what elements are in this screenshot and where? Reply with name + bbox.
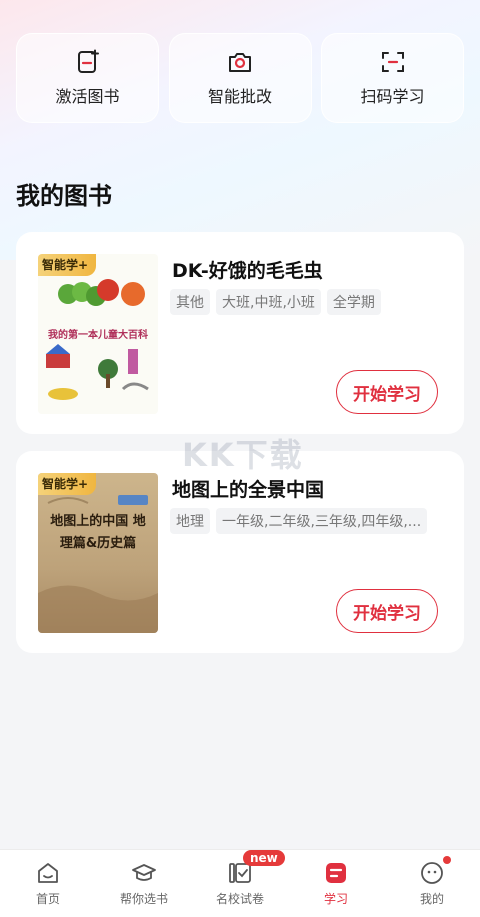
start-study-button[interactable]: 开始学习 — [336, 370, 438, 414]
book-card[interactable]: 地图上的中国 地理篇&历史篇 智能学+ 地图上的全景中国 地理 一年级,二年级,… — [16, 451, 464, 653]
camera-icon — [229, 53, 251, 72]
book-card[interactable]: 我的第一本儿童大百科 智能学+ DK-好饿的毛毛虫 其他 大班,中班,小班 全学… — [16, 232, 464, 434]
smart-study-badge: 智能学+ — [38, 473, 97, 495]
activate-book-icon — [77, 49, 99, 73]
tab-label: 名校试卷 — [215, 892, 264, 906]
book-cover: 我的第一本儿童大百科 智能学+ — [38, 254, 158, 414]
scan-study-label: 扫码学习 — [360, 87, 425, 106]
tab-profile[interactable]: 我的 — [387, 856, 477, 907]
tab-label: 学习 — [323, 892, 348, 906]
page-title: 我的图书 — [16, 182, 112, 210]
tag-term: 全学期 — [326, 289, 381, 315]
tag-subject: 地理 — [170, 508, 210, 534]
book-title: 地图上的全景中国 — [172, 479, 325, 501]
cover-subtitle: 地图上的中国 地理篇&历史篇 — [50, 514, 146, 551]
tag-grade: 大班,中班,小班 — [216, 289, 321, 315]
graduation-cap-icon — [132, 864, 156, 881]
notification-dot — [443, 856, 451, 864]
book-cover: 地图上的中国 地理篇&历史篇 智能学+ — [38, 473, 158, 633]
tab-label: 帮你选书 — [119, 892, 168, 906]
watermark: KK下载 — [182, 436, 304, 474]
book-tags: 其他 大班,中班,小班 全学期 — [170, 289, 381, 315]
start-study-button[interactable]: 开始学习 — [336, 589, 438, 633]
book-tags: 地理 一年级,二年级,三年级,四年级,... — [170, 508, 428, 534]
activate-book-button[interactable]: 激活图书 — [16, 33, 159, 123]
scan-study-button[interactable]: 扫码学习 — [321, 33, 464, 123]
tab-label: 我的 — [419, 892, 444, 906]
home-icon — [38, 863, 58, 883]
tag-grade: 一年级,二年级,三年级,四年级,... — [216, 508, 428, 534]
tab-exam-papers[interactable]: new 名校试卷 — [195, 850, 285, 907]
profile-icon — [421, 862, 443, 884]
smart-grading-label: 智能批改 — [207, 87, 272, 106]
new-badge: new — [243, 850, 285, 866]
tab-choose-book[interactable]: 帮你选书 — [99, 860, 189, 907]
tab-home[interactable]: 首页 — [3, 860, 93, 907]
activate-book-label: 激活图书 — [55, 87, 120, 106]
scan-icon — [381, 52, 404, 72]
book-title: DK-好饿的毛毛虫 — [172, 260, 323, 282]
smart-study-badge: 智能学+ — [38, 254, 97, 276]
quick-actions: 激活图书 智能批改 扫码学习 — [16, 33, 464, 123]
tab-study[interactable]: 学习 — [291, 860, 381, 907]
cover-subtitle: 我的第一本儿童大百科 — [48, 330, 148, 341]
study-icon — [326, 863, 346, 883]
tag-subject: 其他 — [170, 289, 210, 315]
bottom-tab-bar: 首页 帮你选书 new 名校试卷 学习 我的 — [0, 849, 480, 917]
tab-label: 首页 — [35, 892, 60, 906]
smart-grading-button[interactable]: 智能批改 — [168, 33, 312, 123]
